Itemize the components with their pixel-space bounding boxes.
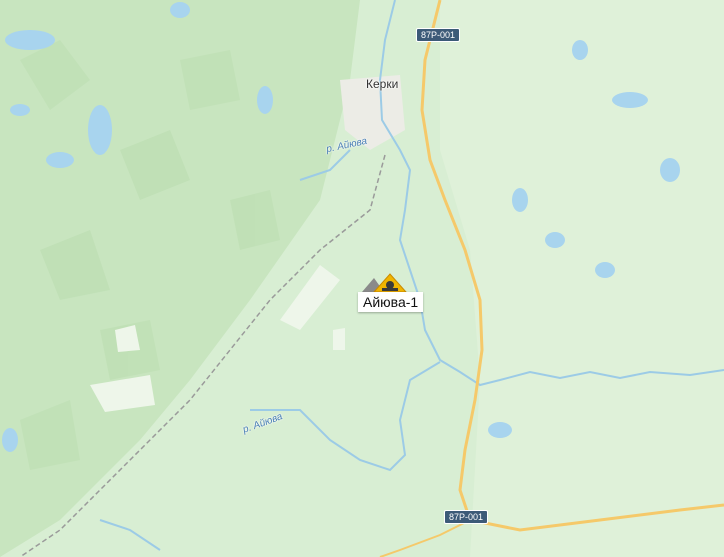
meadow-area-east (440, 0, 724, 557)
road-shield-south: 87Р-001 (444, 510, 489, 524)
road-shield-north: 87Р-001 (416, 28, 461, 42)
map-canvas[interactable]: Керки р. Айюва р. Айюва 87Р-001 87Р-001 … (0, 0, 724, 557)
poi-label-ayuva-1[interactable]: Айюва-1 (358, 292, 424, 312)
settlement-label[interactable]: Керки (366, 77, 398, 91)
mining-site-icon[interactable] (360, 272, 410, 294)
